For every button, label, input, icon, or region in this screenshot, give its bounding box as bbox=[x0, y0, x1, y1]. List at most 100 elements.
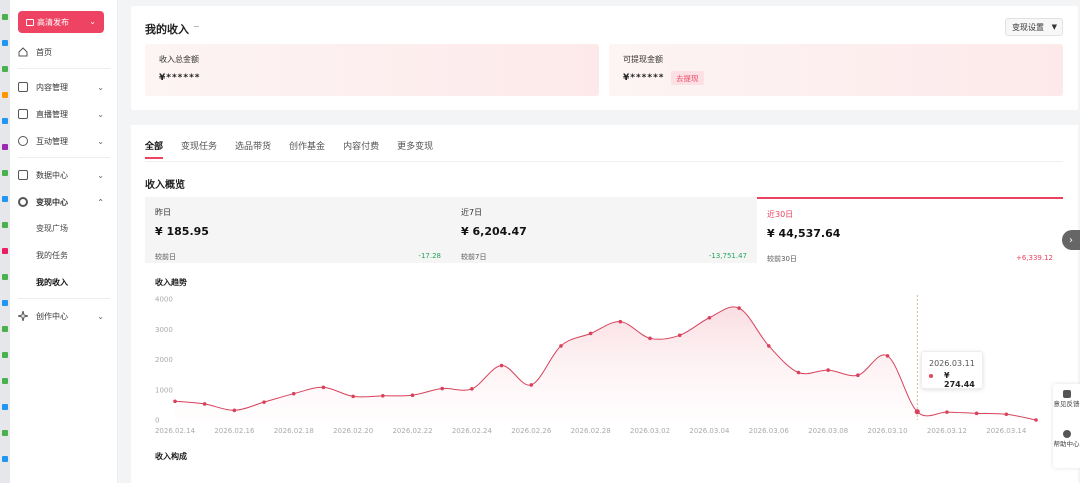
publish-button[interactable]: 高清发布 ⌄ bbox=[18, 11, 104, 33]
data-point bbox=[737, 306, 741, 310]
help-icon bbox=[1062, 430, 1071, 438]
data-point bbox=[856, 373, 860, 378]
sidebar-item-home[interactable]: 首页 bbox=[10, 43, 118, 61]
sidebar-item-label: 数据中心 bbox=[36, 170, 68, 180]
visibility-toggle-icon[interactable]: ∽ bbox=[193, 22, 200, 31]
chevron-down-icon: ⌄ bbox=[97, 311, 104, 321]
sidebar-item-live[interactable]: 直播管理 ⌄ bbox=[10, 105, 118, 123]
content-icon bbox=[18, 82, 28, 92]
sidebar-divider bbox=[18, 68, 110, 69]
stat-value: ¥ 185.95 bbox=[155, 225, 209, 238]
sidebar-item-label: 直播管理 bbox=[36, 109, 68, 119]
stat-value: ¥ 44,537.64 bbox=[767, 227, 841, 240]
data-point bbox=[796, 370, 801, 375]
data-point bbox=[945, 410, 949, 414]
monetize-icon bbox=[18, 197, 28, 207]
sidebar: 高清发布 ⌄ 首页 内容管理 ⌄ 直播管理 ⌄ 互动管理 ⌄ 数据中心 ⌄ 变现… bbox=[10, 0, 118, 483]
stat-delta: -13,751.47 bbox=[708, 252, 747, 260]
stat-7days[interactable]: 近7日 ¥ 6,204.47 较前7日 -13,751.47 bbox=[451, 197, 757, 263]
stat-delta: +6,339.12 bbox=[1015, 254, 1053, 262]
sidebar-item-label: 内容管理 bbox=[36, 82, 68, 92]
sidebar-divider bbox=[18, 298, 110, 299]
stat-yesterday[interactable]: 昨日 ¥ 185.95 较前日 -17.28 bbox=[145, 197, 451, 263]
data-point bbox=[1004, 412, 1009, 417]
y-tick-label: 4000 bbox=[155, 296, 173, 304]
settings-label: 变现设置 bbox=[1012, 22, 1044, 32]
overview-title: 收入概览 bbox=[145, 180, 185, 191]
sidebar-item-label: 互动管理 bbox=[36, 136, 68, 146]
y-tick-label: 3000 bbox=[155, 326, 173, 334]
live-icon bbox=[18, 109, 28, 119]
x-tick-label: 2026.03.12 bbox=[927, 427, 967, 435]
data-point bbox=[1034, 418, 1038, 422]
data-point bbox=[885, 354, 890, 358]
data-point bbox=[529, 383, 534, 387]
data-point bbox=[470, 387, 474, 391]
tab-tasks[interactable]: 变现任务 bbox=[181, 139, 217, 152]
stat-compare-label: 较前7日 bbox=[461, 253, 487, 261]
data-point bbox=[974, 411, 979, 416]
sidebar-item-creation[interactable]: 创作中心 ⌄ bbox=[10, 307, 118, 325]
income-tabs: 全部 变现任务 选品带货 创作基金 内容付费 更多变现 bbox=[145, 139, 451, 159]
withdrawable-box: 可提现金额 ¥****** 去提现 bbox=[609, 44, 1063, 96]
income-card: 我的收入 ∽ 变现设置 ▼ 收入总金额 ¥****** 可提现金额 ¥*****… bbox=[131, 6, 1078, 110]
sidebar-subitem-income[interactable]: 我的收入 bbox=[36, 277, 68, 288]
sidebar-item-interaction[interactable]: 互动管理 ⌄ bbox=[10, 132, 118, 150]
sidebar-subitem-square[interactable]: 变现广场 bbox=[36, 223, 68, 234]
x-tick-label: 2026.03.04 bbox=[689, 427, 730, 435]
chevron-up-icon: ⌃ bbox=[97, 197, 104, 207]
x-tick-label: 2026.02.16 bbox=[214, 427, 255, 435]
data-point bbox=[410, 393, 415, 397]
chevron-right-icon[interactable]: › bbox=[1062, 230, 1080, 250]
stat-value: ¥ 6,204.47 bbox=[461, 225, 527, 238]
data-point bbox=[648, 336, 652, 341]
chevron-down-icon: ⌄ bbox=[97, 136, 104, 146]
tab-paid-content[interactable]: 内容付费 bbox=[343, 139, 379, 152]
tab-more[interactable]: 更多变现 bbox=[397, 139, 433, 152]
chevron-down-icon: ⌄ bbox=[97, 109, 104, 119]
help-center-button[interactable]: 帮助中心 bbox=[1053, 430, 1080, 448]
data-point bbox=[440, 386, 445, 391]
tab-all[interactable]: 全部 bbox=[145, 139, 164, 159]
data-point bbox=[321, 385, 326, 390]
tooltip-date: 2026.03.11 bbox=[929, 359, 975, 368]
sidebar-subitem-tasks[interactable]: 我的任务 bbox=[36, 250, 68, 261]
home-icon bbox=[18, 47, 28, 57]
floating-help-panel: 意见反馈 帮助中心 bbox=[1053, 384, 1080, 468]
chevron-down-icon[interactable]: ⌄ bbox=[89, 17, 96, 26]
publish-button-label: 高清发布 bbox=[37, 17, 69, 27]
feedback-button[interactable]: 意见反馈 bbox=[1053, 390, 1080, 408]
data-point bbox=[232, 408, 237, 413]
x-tick-label: 2026.02.24 bbox=[452, 427, 493, 435]
sidebar-item-data[interactable]: 数据中心 ⌄ bbox=[10, 166, 118, 184]
sidebar-item-monetize[interactable]: 变现中心 ⌃ bbox=[10, 193, 118, 211]
withdraw-button[interactable]: 去提现 bbox=[671, 71, 704, 85]
tab-fund[interactable]: 创作基金 bbox=[289, 139, 325, 152]
withdrawable-label: 可提现金额 bbox=[623, 55, 663, 64]
tooltip-value: ¥ 274.44 bbox=[944, 371, 975, 389]
x-tick-label: 2026.02.28 bbox=[571, 427, 611, 435]
stat-compare-label: 较前30日 bbox=[767, 255, 797, 263]
data-point bbox=[677, 333, 682, 338]
stat-compare-label: 较前日 bbox=[155, 253, 176, 261]
data-point bbox=[826, 368, 830, 372]
data-point bbox=[351, 394, 355, 399]
composition-title: 收入构成 bbox=[155, 452, 187, 461]
tabs-divider bbox=[145, 161, 1063, 162]
data-point bbox=[381, 394, 385, 398]
series-area bbox=[175, 306, 1036, 420]
stat-delta: -17.28 bbox=[418, 252, 441, 260]
monetize-settings-dropdown[interactable]: 变现设置 ▼ bbox=[1005, 18, 1063, 36]
total-income-value: ¥****** bbox=[159, 73, 201, 83]
feedback-label: 意见反馈 bbox=[1053, 400, 1080, 408]
x-tick-label: 2026.03.08 bbox=[808, 427, 848, 435]
data-icon bbox=[18, 170, 28, 180]
withdrawable-value: ¥****** bbox=[623, 73, 665, 83]
data-point bbox=[618, 319, 623, 324]
sidebar-item-content[interactable]: 内容管理 ⌄ bbox=[10, 78, 118, 96]
tab-products[interactable]: 选品带货 bbox=[235, 139, 271, 152]
upload-icon bbox=[26, 18, 34, 26]
sparkle-icon bbox=[17, 310, 29, 322]
data-point bbox=[559, 344, 563, 348]
stat-30days[interactable]: 近30日 ¥ 44,537.64 较前30日 +6,339.12 bbox=[757, 197, 1063, 263]
